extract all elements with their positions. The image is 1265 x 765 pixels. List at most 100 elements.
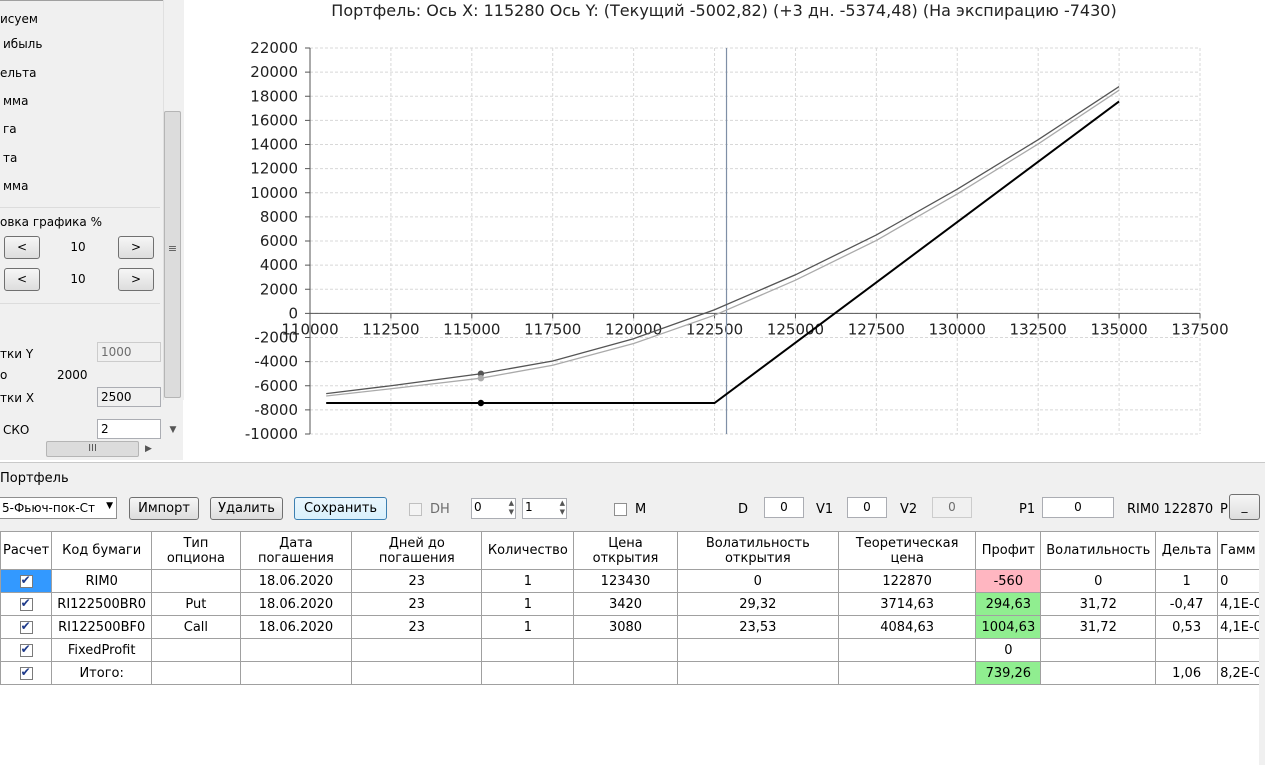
col-header[interactable]: Профит [975, 531, 1042, 570]
calc-checkbox-cell[interactable] [0, 661, 53, 685]
code-cell[interactable]: RIM0 [51, 569, 153, 593]
col-header[interactable]: Тип опциона [151, 531, 241, 570]
table-row[interactable]: RI122500BF0Call18.06.2020231308023,53408… [0, 615, 1265, 639]
option-type-cell[interactable] [151, 661, 241, 685]
draw-option-theta[interactable]: та [3, 151, 17, 165]
scale-x-decrease-button[interactable]: < [4, 268, 40, 291]
option-type-cell[interactable]: Call [151, 615, 241, 639]
draw-option-gamma2[interactable]: мма [3, 179, 28, 193]
profit-cell[interactable]: 294,63 [975, 592, 1042, 616]
scale-x-increase-button[interactable]: > [118, 268, 154, 291]
open-volatility-cell[interactable]: 0 [676, 569, 839, 593]
step-x-field[interactable]: 2500 [97, 387, 161, 407]
draw-option-delta[interactable]: ельта [0, 66, 36, 80]
spin-field-1[interactable]: 0 ▲ ▼ [471, 498, 516, 519]
profit-chart[interactable]: 110000 112500 115000 117500 120000 122500 1250… [183, 20, 1265, 460]
volatility-cell[interactable] [1040, 661, 1157, 685]
option-type-cell[interactable]: Put [151, 592, 241, 616]
minimize-button[interactable]: _ [1229, 494, 1260, 520]
save-button[interactable]: Сохранить [294, 497, 387, 520]
col-header[interactable]: Код бумаги [51, 531, 153, 570]
volatility-cell[interactable]: 0 [1040, 569, 1157, 593]
calc-checkbox-cell[interactable] [0, 592, 53, 616]
sko-field[interactable]: 2 [97, 419, 161, 439]
col-header[interactable]: Количество [481, 531, 575, 570]
theoretical-price-cell[interactable]: 122870 [837, 569, 977, 593]
col-header[interactable]: Дней до погашения [351, 531, 483, 570]
portfolio-select[interactable]: 5-Фьюч-пок-Ст ▼ [0, 497, 117, 519]
profit-cell[interactable]: 739,26 [975, 661, 1042, 685]
spin-arrows-icon[interactable]: ▲ ▼ [560, 499, 565, 517]
dh-checkbox[interactable] [409, 503, 422, 516]
profit-cell[interactable]: -560 [975, 569, 1042, 593]
step-y-field[interactable]: 1000 [97, 342, 161, 362]
theoretical-price-cell[interactable] [837, 638, 977, 662]
col-header[interactable]: Теоретическая цена [837, 531, 977, 570]
open-volatility-cell[interactable] [676, 638, 839, 662]
profit-cell[interactable]: 0 [975, 638, 1042, 662]
calc-checkbox-cell[interactable] [0, 638, 53, 662]
quantity-cell[interactable] [481, 661, 575, 685]
delta-cell[interactable]: 1,06 [1155, 661, 1219, 685]
delta-cell[interactable]: 1 [1155, 569, 1219, 593]
scroll-right-arrow-icon[interactable]: ▶ [145, 441, 159, 457]
expiry-date-cell[interactable] [239, 638, 353, 662]
col-header[interactable]: Цена открытия [573, 531, 678, 570]
spin-arrows-icon[interactable]: ▲ ▼ [509, 499, 514, 517]
option-type-cell[interactable] [151, 638, 241, 662]
table-row[interactable]: RI122500BR0Put18.06.2020231342029,323714… [0, 592, 1265, 616]
expiry-date-cell[interactable]: 18.06.2020 [239, 569, 353, 593]
draw-option-vega[interactable]: га [3, 122, 17, 136]
code-cell[interactable]: RI122500BR0 [51, 592, 153, 616]
gamma-cell[interactable]: 8,2E-0 [1217, 661, 1265, 685]
theoretical-price-cell[interactable]: 4084,63 [837, 615, 977, 639]
d-field[interactable]: 0 [764, 497, 804, 518]
volatility-cell[interactable]: 31,72 [1040, 592, 1157, 616]
calc-checkbox[interactable] [19, 619, 33, 634]
open-price-cell[interactable]: 3420 [573, 592, 678, 616]
calc-checkbox[interactable] [19, 573, 33, 588]
delta-cell[interactable]: 0,53 [1155, 615, 1219, 639]
vertical-scroll-thumb[interactable]: ≡ [164, 111, 181, 398]
table-row[interactable]: Итого: 739,26 1,068,2E-0 [0, 661, 1265, 685]
quantity-cell[interactable] [481, 638, 575, 662]
calc-checkbox[interactable] [19, 642, 33, 657]
quantity-cell[interactable]: 1 [481, 569, 575, 593]
calc-checkbox[interactable] [19, 665, 33, 680]
days-left-cell[interactable]: 23 [351, 569, 483, 593]
draw-option-gamma[interactable]: мма [3, 94, 28, 108]
col-header[interactable]: Дельта [1155, 531, 1219, 570]
scroll-down-arrow-icon[interactable]: ▼ [163, 420, 183, 440]
calc-checkbox-cell[interactable] [0, 615, 53, 639]
code-cell[interactable]: RI122500BF0 [51, 615, 153, 639]
col-header[interactable]: Гамм [1217, 531, 1265, 570]
profit-cell[interactable]: 1004,63 [975, 615, 1042, 639]
col-header[interactable]: Дата погашения [239, 531, 353, 570]
col-header[interactable]: Волатильность [1040, 531, 1157, 570]
open-volatility-cell[interactable]: 23,53 [676, 615, 839, 639]
calc-checkbox-cell[interactable] [0, 569, 53, 593]
expiry-date-cell[interactable]: 18.06.2020 [239, 615, 353, 639]
open-price-cell[interactable] [573, 638, 678, 662]
draw-option-profit[interactable]: ибыль [3, 37, 42, 51]
open-price-cell[interactable]: 123430 [573, 569, 678, 593]
gamma-cell[interactable]: 0 [1217, 569, 1265, 593]
open-volatility-cell[interactable] [676, 661, 839, 685]
quantity-cell[interactable]: 1 [481, 592, 575, 616]
expiry-date-cell[interactable] [239, 661, 353, 685]
delete-button[interactable]: Удалить [210, 497, 283, 520]
quantity-cell[interactable]: 1 [481, 615, 575, 639]
expiry-date-cell[interactable]: 18.06.2020 [239, 592, 353, 616]
table-row[interactable]: FixedProfit 0 [0, 638, 1265, 662]
col-header[interactable]: Волатильность открытия [676, 531, 839, 570]
delta-cell[interactable] [1155, 638, 1219, 662]
open-volatility-cell[interactable]: 29,32 [676, 592, 839, 616]
v2-field[interactable]: 0 [932, 497, 972, 518]
m-checkbox[interactable] [614, 503, 627, 516]
p1-field[interactable]: 0 [1042, 497, 1114, 518]
v1-field[interactable]: 0 [847, 497, 887, 518]
code-cell[interactable]: Итого: [51, 661, 153, 685]
days-left-cell[interactable] [351, 661, 483, 685]
scale-y-increase-button[interactable]: > [118, 236, 154, 259]
calc-checkbox[interactable] [19, 596, 33, 611]
